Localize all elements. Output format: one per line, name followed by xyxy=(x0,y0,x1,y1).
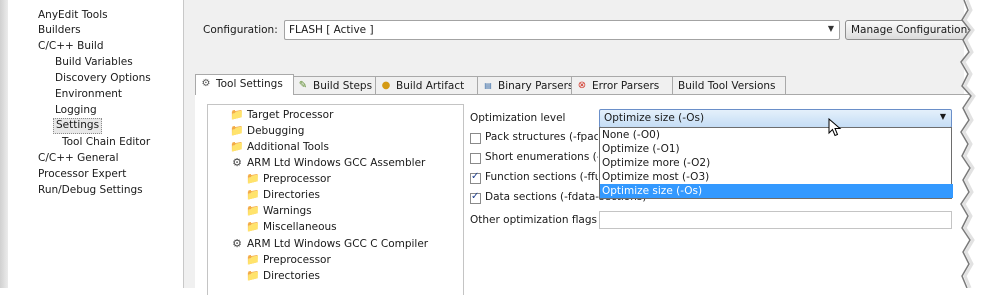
tab-label: Error Parsers xyxy=(592,80,660,92)
tree-item-label: Additional Tools xyxy=(247,141,329,153)
nav-item-logging[interactable]: Logging xyxy=(53,103,99,117)
error-parsers-icon: ⊗ xyxy=(577,80,587,91)
folder-icon: 📁 xyxy=(246,220,260,233)
folder-icon: 📁 xyxy=(230,140,244,153)
pack-structures-label: Pack structures (-fpack xyxy=(485,131,598,143)
folder-icon: 📁 xyxy=(230,108,244,121)
nav-item-c-cpp-build[interactable]: C/C++ Build xyxy=(36,39,106,53)
tree-item-label: Target Processor xyxy=(247,109,334,121)
nav-item-run-debug-settings[interactable]: Run/Debug Settings xyxy=(36,183,145,197)
other-optimization-flags-label: Other optimization flags xyxy=(470,214,597,226)
tab-error-parsers[interactable]: ⊗ Error Parsers xyxy=(571,76,674,94)
optimization-level-dropdown: None (-O0) Optimize (-O1) Optimize more … xyxy=(599,127,953,199)
build-artifact-icon: ● xyxy=(381,80,391,91)
nav-item-builders[interactable]: Builders xyxy=(36,23,83,37)
optimization-level-value: Optimize size (-Os) xyxy=(604,112,705,124)
short-enumerations-label: Short enumerations (-f xyxy=(485,151,598,163)
optimization-level-label: Optimization level xyxy=(470,112,566,124)
option-none-o0[interactable]: None (-O0) xyxy=(600,128,953,142)
tab-build-steps[interactable]: ✎ Build Steps xyxy=(292,76,377,94)
tab-binary-parsers[interactable]: ▤ Binary Parsers xyxy=(477,76,573,94)
tree-item-label: ARM Ltd Windows GCC C Compiler xyxy=(247,238,429,250)
nav-item-tool-chain-editor[interactable]: Tool Chain Editor xyxy=(60,135,152,149)
tab-label: Tool Settings xyxy=(216,78,283,90)
settings-pane: Configuration: FLASH [ Active ] ▼ Manage… xyxy=(184,0,975,295)
data-sections-checkbox[interactable] xyxy=(470,191,481,204)
nav-item-environment[interactable]: Environment xyxy=(53,87,124,101)
tab-build-tool-versions[interactable]: Build Tool Versions xyxy=(672,76,786,94)
tree-item-label: Preprocessor xyxy=(263,173,331,185)
nav-item-processor-expert[interactable]: Processor Expert xyxy=(36,167,128,181)
tree-item-label: Miscellaneous xyxy=(263,221,337,233)
nav-item-c-cpp-general[interactable]: C/C++ General xyxy=(36,151,121,165)
option-optimize-size-os[interactable]: Optimize size (-Os) xyxy=(600,184,953,198)
tab-label: Binary Parsers xyxy=(498,80,574,92)
chevron-down-icon: ▼ xyxy=(827,24,834,33)
configuration-label: Configuration: xyxy=(203,24,278,36)
option-optimize-o1[interactable]: Optimize (-O1) xyxy=(600,142,953,156)
folder-icon: 📁 xyxy=(246,253,260,266)
tree-item-label: Preprocessor xyxy=(263,254,331,266)
build-steps-icon: ✎ xyxy=(298,80,308,91)
nav-item-build-variables[interactable]: Build Variables xyxy=(53,55,135,69)
folder-icon: 📁 xyxy=(246,269,260,282)
tree-item-label: Warnings xyxy=(263,205,312,217)
optimization-level-select[interactable]: Optimize size (-Os) ▼ xyxy=(599,109,952,128)
tree-item-label: ARM Ltd Windows GCC Assembler xyxy=(247,157,426,169)
pack-structures-checkbox[interactable] xyxy=(470,133,481,144)
tool-settings-tree: 📁 Target Processor 📁 Debugging 📁 Additional… xyxy=(207,104,464,295)
tab-build-artifact[interactable]: ● Build Artifact xyxy=(375,76,479,94)
other-optimization-flags-input[interactable] xyxy=(599,211,952,229)
option-optimize-more-o2[interactable]: Optimize more (-O2) xyxy=(600,156,953,170)
folder-icon: 📁 xyxy=(230,124,244,137)
nav-item-settings[interactable]: Settings xyxy=(53,118,103,134)
configuration-value: FLASH [ Active ] xyxy=(289,24,374,36)
configuration-select[interactable]: FLASH [ Active ] ▼ xyxy=(284,20,840,40)
folder-icon: 📁 xyxy=(246,204,260,217)
mouse-cursor-icon xyxy=(828,118,842,137)
tree-item-label: Directories xyxy=(263,189,321,201)
option-optimize-most-o3[interactable]: Optimize most (-O3) xyxy=(600,170,953,184)
nav-item-anyedit-tools[interactable]: AnyEdit Tools xyxy=(36,8,110,22)
tree-item-label: Debugging xyxy=(247,125,305,137)
function-sections-label: Function sections (-ffu xyxy=(485,171,598,183)
tree-item-label: Directories xyxy=(263,270,321,282)
function-sections-checkbox[interactable] xyxy=(470,171,481,184)
tab-label: Build Tool Versions xyxy=(678,80,776,92)
tool-icon: ⚙ xyxy=(232,156,242,169)
tab-label: Build Artifact xyxy=(396,80,465,92)
short-enumerations-checkbox[interactable] xyxy=(470,153,481,164)
chevron-down-icon: ▼ xyxy=(939,112,946,121)
tab-label: Build Steps xyxy=(313,80,373,92)
tool-icon: ⚙ xyxy=(232,237,242,250)
nav-item-discovery-options[interactable]: Discovery Options xyxy=(53,71,153,85)
torn-edge-decoration xyxy=(960,0,998,288)
property-nav-tree: AnyEdit Tools Builders C/C++ Build Build… xyxy=(8,0,183,288)
folder-icon: 📁 xyxy=(246,172,260,185)
tab-tool-settings[interactable]: ⚙ Tool Settings xyxy=(195,74,294,95)
folder-icon: 📁 xyxy=(246,188,260,201)
binary-parsers-icon: ▤ xyxy=(484,81,492,90)
tool-settings-icon: ⚙ xyxy=(201,78,211,89)
